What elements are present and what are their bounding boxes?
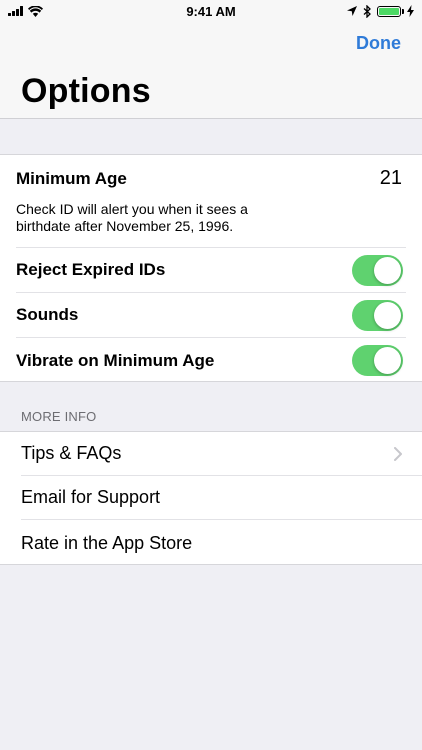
- reject-expired-ids-row: Reject Expired IDs: [16, 248, 406, 293]
- tips-faqs-row[interactable]: Tips & FAQs: [21, 432, 422, 476]
- status-bar: 9:41 AM: [0, 0, 422, 22]
- tips-faqs-label: Tips & FAQs: [21, 443, 122, 463]
- reject-expired-ids-toggle[interactable]: [352, 254, 403, 286]
- email-for-support-row[interactable]: Email for Support: [21, 476, 422, 520]
- minimum-age-value: 21: [379, 167, 402, 189]
- toggle-knob: [374, 256, 401, 284]
- wifi-icon: [28, 5, 43, 17]
- sounds-toggle[interactable]: [352, 299, 403, 331]
- rate-in-app-store-row[interactable]: Rate in the App Store: [21, 521, 422, 565]
- status-right: [347, 4, 414, 18]
- more-info-group: Tips & FAQs Email for Support Rate in th…: [0, 431, 422, 565]
- done-button[interactable]: Done: [356, 33, 401, 54]
- sounds-label: Sounds: [16, 305, 79, 324]
- battery-fill: [379, 7, 399, 15]
- vibrate-on-minimum-age-label: Vibrate on Minimum Age: [16, 350, 215, 370]
- location-arrow-icon: [347, 6, 357, 16]
- chevron-right-icon: [394, 446, 402, 461]
- minimum-age-note: Check ID will alert you when it sees a b…: [16, 201, 248, 234]
- charging-bolt-icon: [407, 5, 414, 17]
- settings-group: Minimum Age 21 Check ID will alert you w…: [0, 154, 422, 382]
- toggle-knob: [374, 347, 401, 374]
- status-left: [8, 5, 43, 17]
- more-info-section-header: MORE INFO: [21, 409, 97, 424]
- toggle-knob: [374, 301, 401, 329]
- page-title: Options: [21, 72, 151, 110]
- minimum-age-label: Minimum Age: [16, 169, 127, 188]
- battery-icon: [377, 5, 404, 17]
- navigation-header: Done Options: [0, 22, 422, 119]
- vibrate-on-minimum-age-toggle[interactable]: [352, 345, 403, 376]
- bluetooth-icon: [363, 4, 371, 18]
- minimum-age-row[interactable]: Minimum Age 21 Check ID will alert you w…: [16, 155, 406, 248]
- rate-in-app-store-label: Rate in the App Store: [21, 532, 193, 553]
- reject-expired-ids-label: Reject Expired IDs: [16, 260, 166, 279]
- sounds-row: Sounds: [16, 293, 406, 338]
- email-for-support-label: Email for Support: [21, 487, 161, 507]
- vibrate-on-minimum-age-row: Vibrate on Minimum Age: [16, 338, 406, 383]
- cellular-signal-icon: [8, 6, 23, 16]
